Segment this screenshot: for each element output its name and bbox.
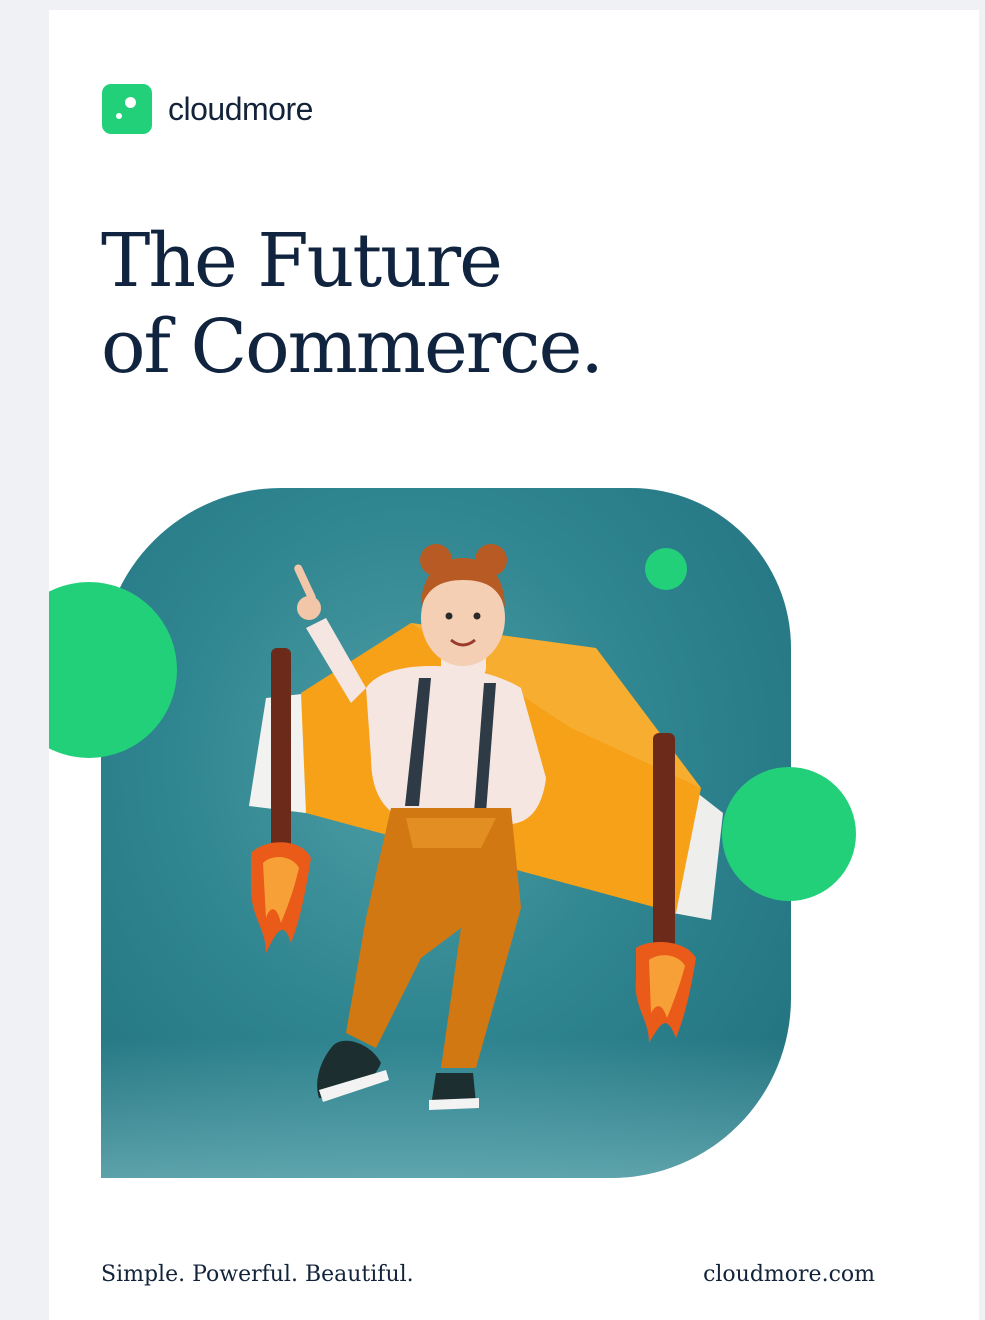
- brochure-cover: cloudmore The Future of Commerce. Simple…: [49, 10, 979, 1320]
- decorative-circle-right: [722, 767, 856, 901]
- cloudmore-logo-icon: [102, 84, 152, 134]
- tagline: Simple. Powerful. Beautiful.: [101, 1262, 414, 1287]
- decorative-circle-small: [645, 548, 687, 590]
- brand-name: cloudmore: [168, 90, 313, 127]
- hero-image: [101, 488, 791, 1178]
- title-line-2: of Commerce.: [101, 304, 604, 390]
- page-title: The Future of Commerce.: [101, 218, 604, 390]
- girl-rocket-illustration: [249, 544, 723, 1110]
- title-line-1: The Future: [101, 218, 503, 304]
- brand-logo: cloudmore: [102, 84, 313, 134]
- website-url[interactable]: cloudmore.com: [703, 1262, 875, 1287]
